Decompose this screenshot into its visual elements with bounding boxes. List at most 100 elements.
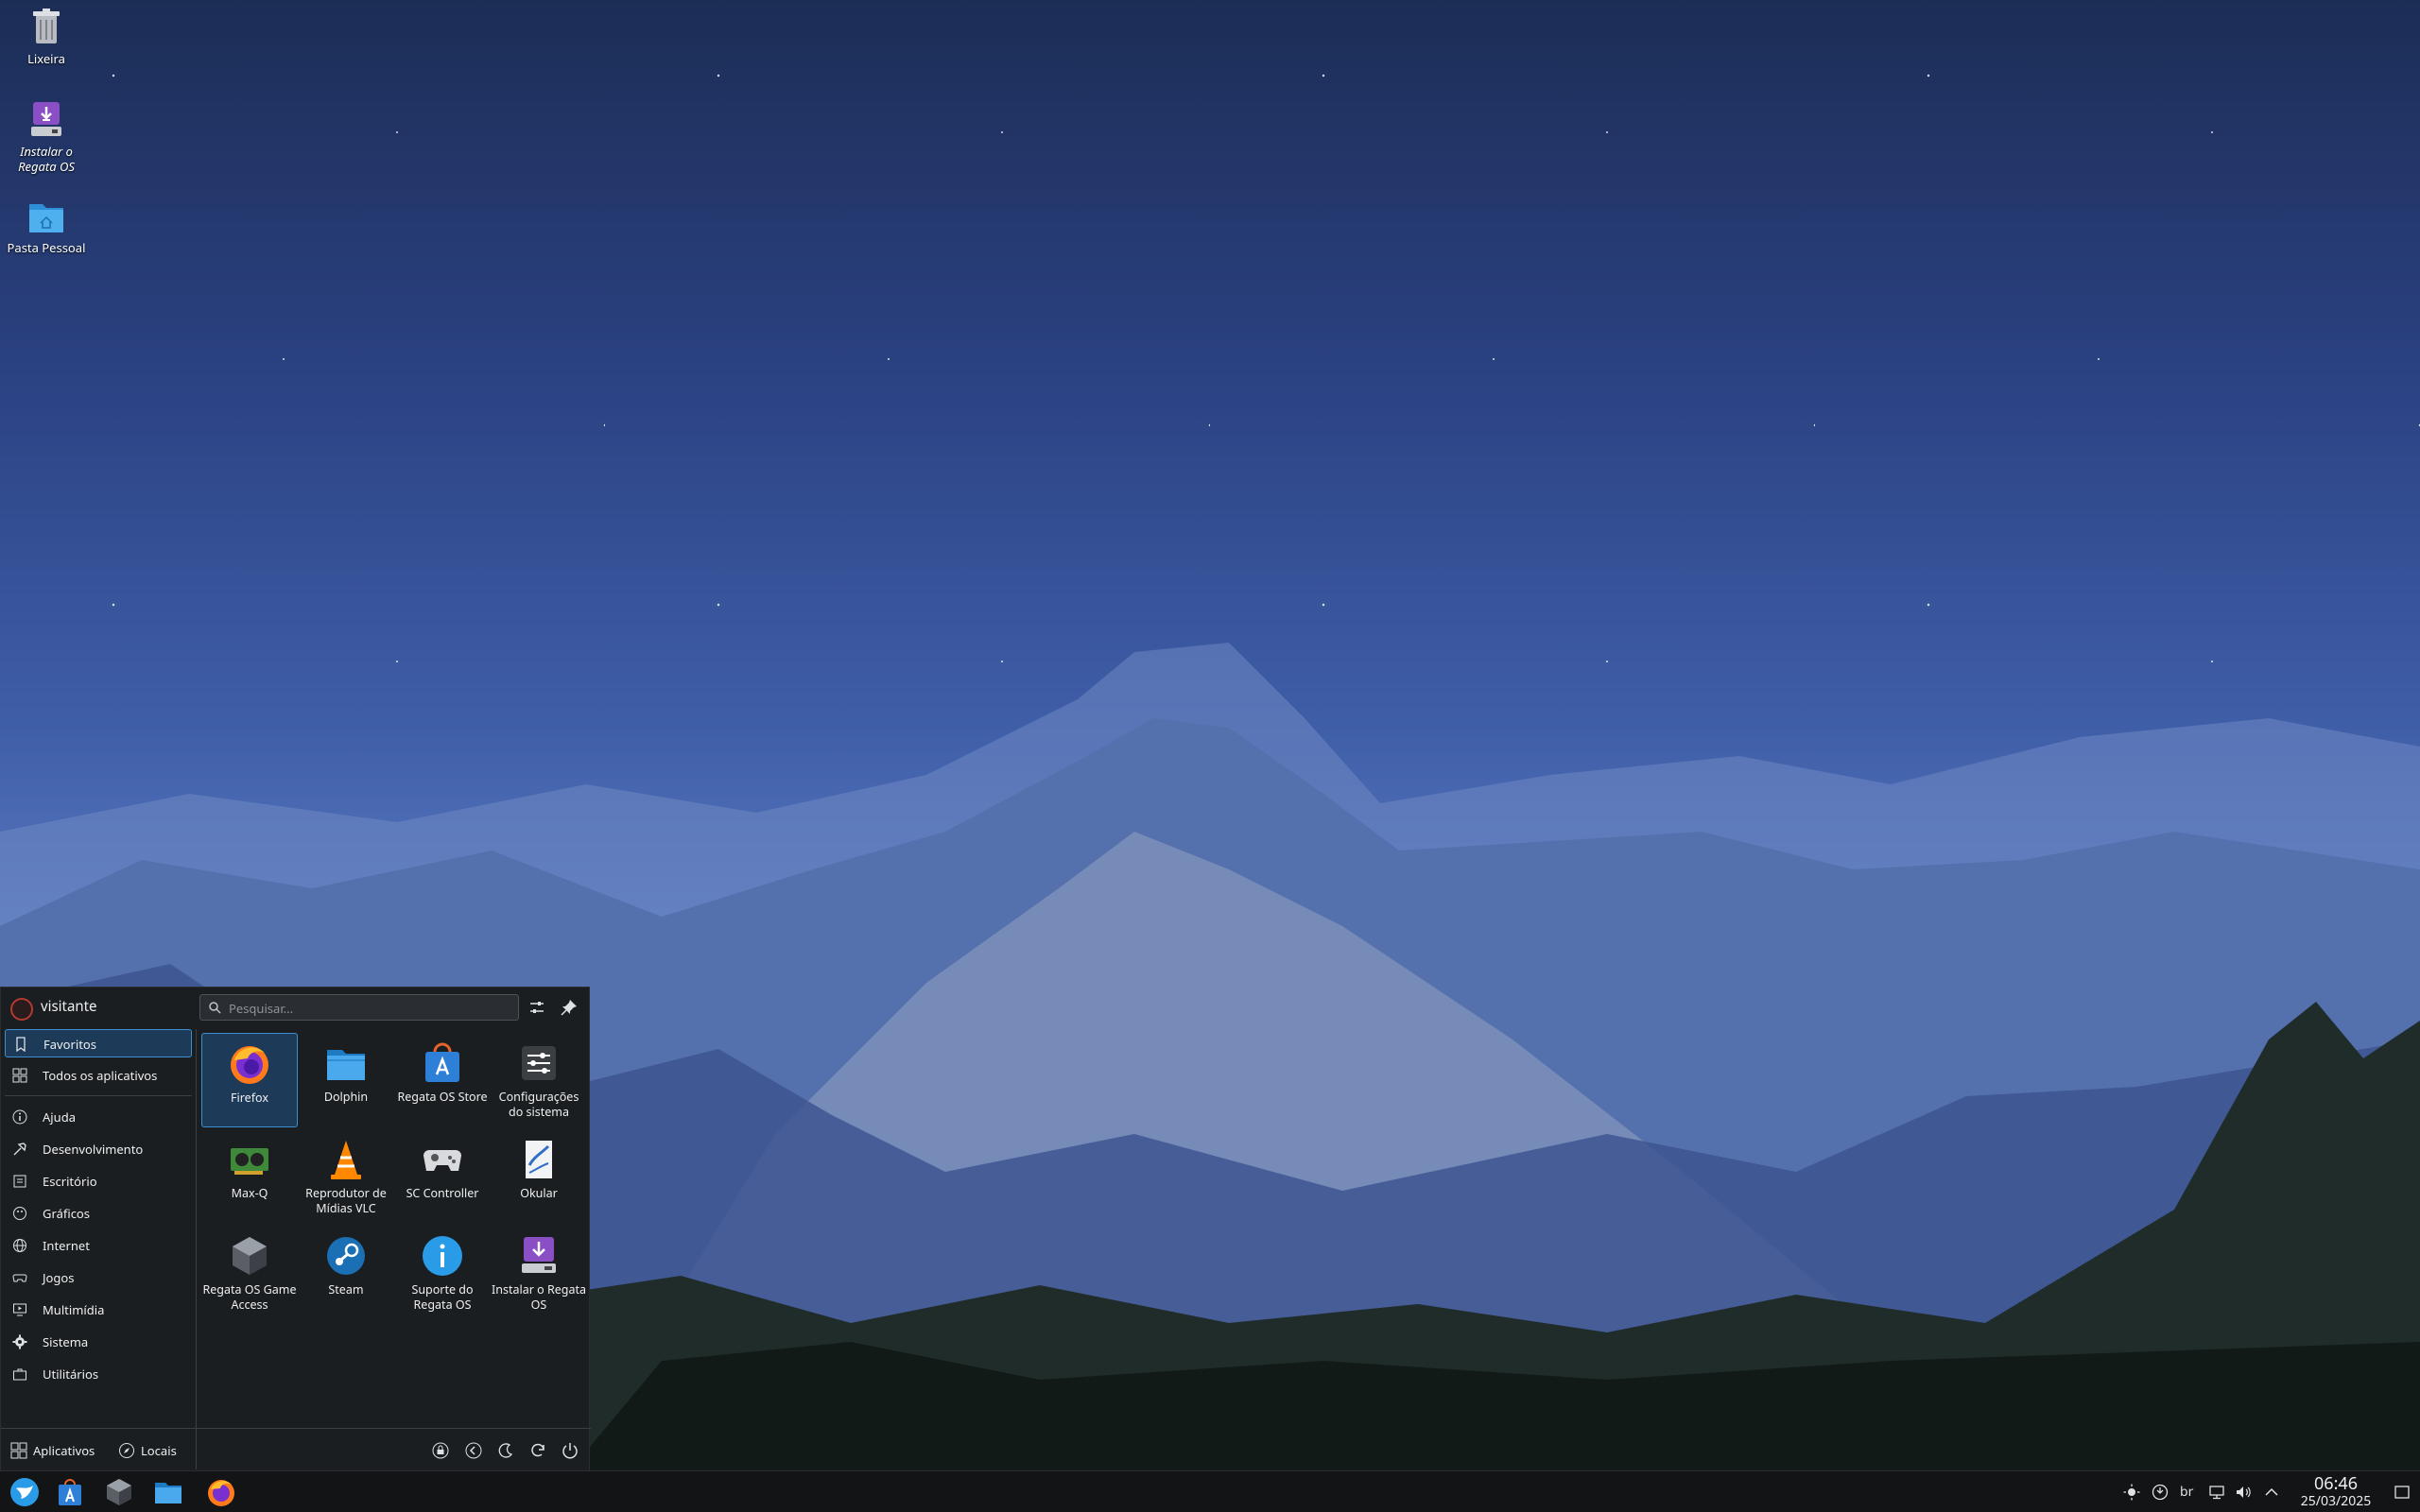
sidebar-item-system[interactable]: Sistema — [5, 1328, 192, 1356]
globe-icon — [13, 1239, 26, 1252]
desktop-install-regata[interactable]: Instalar o Regata OS — [4, 100, 89, 174]
app-sc-controller[interactable]: SC Controller — [394, 1129, 491, 1224]
application-launcher: visitante Favoritos Todos os aplicativos… — [0, 987, 591, 1470]
steam-icon — [327, 1237, 365, 1275]
search-box[interactable] — [199, 994, 519, 1021]
clock[interactable]: 06:46 25/03/2025 — [2286, 1473, 2386, 1509]
gpu-card-icon — [231, 1148, 268, 1175]
trash-icon — [33, 9, 60, 43]
document-viewer-icon — [526, 1141, 552, 1178]
sleep-icon[interactable] — [496, 1441, 515, 1460]
app-regata-support[interactable]: Suporte do Regata OS — [394, 1226, 491, 1320]
network-wired-icon[interactable] — [2208, 1484, 2225, 1501]
app-regata-store[interactable]: Regata OS Store — [394, 1033, 491, 1127]
app-label: Regata OS Game Access — [202, 1281, 297, 1313]
launcher-button-icon[interactable] — [9, 1477, 40, 1507]
app-label: Configurações do sistema — [498, 1089, 579, 1120]
app-dolphin[interactable]: Dolphin — [298, 1033, 394, 1127]
show-desktop-icon[interactable] — [2394, 1484, 2411, 1501]
compass-icon — [119, 1443, 134, 1458]
update-icon[interactable] — [2152, 1484, 2169, 1501]
username: visitante — [41, 997, 97, 1016]
sidebar-item-label: Desenvolvimento — [43, 1141, 144, 1158]
app-okular[interactable]: Okular — [491, 1129, 587, 1224]
sidebar-item-office[interactable]: Escritório — [5, 1167, 192, 1195]
sidebar-item-all-apps[interactable]: Todos os aplicativos — [5, 1061, 192, 1090]
bookmark-icon — [16, 1037, 26, 1052]
avatar[interactable] — [10, 998, 33, 1021]
monitor-icon — [13, 1303, 26, 1316]
lock-screen-icon[interactable] — [431, 1441, 450, 1460]
desktop-trash[interactable]: Lixeira — [4, 8, 89, 66]
brightness-icon[interactable] — [2123, 1484, 2140, 1501]
app-label: Suporte do Regata OS — [411, 1281, 474, 1313]
sidebar-item-development[interactable]: Desenvolvimento — [5, 1135, 192, 1163]
keyboard-layout-indicator[interactable]: br — [2180, 1483, 2193, 1501]
favorites-grid: Firefox Dolphin Regata OS Store Configur… — [199, 1033, 587, 1468]
cube-icon — [233, 1237, 267, 1275]
app-system-settings[interactable]: Configurações do sistema — [491, 1033, 587, 1127]
tab-applications[interactable]: Aplicativos — [10, 1440, 105, 1461]
grid-icon — [12, 1068, 27, 1083]
desktop-home-folder[interactable]: Pasta Pessoal — [4, 197, 89, 255]
sidebar-item-internet[interactable]: Internet — [5, 1231, 192, 1260]
sidebar-item-label: Gráficos — [43, 1205, 91, 1222]
tab-label: Locais — [141, 1442, 177, 1459]
folder-icon — [327, 1050, 365, 1080]
volume-icon[interactable] — [2235, 1484, 2252, 1501]
pin-icon[interactable] — [559, 997, 579, 1018]
sidebar-divider — [5, 1095, 192, 1096]
sidebar-item-utilities[interactable]: Utilitários — [5, 1360, 192, 1388]
app-label: Okular — [520, 1185, 558, 1201]
sidebar-item-help[interactable]: Ajuda — [5, 1103, 192, 1131]
app-label: Steam — [328, 1281, 364, 1297]
store-icon[interactable] — [55, 1477, 85, 1507]
sidebar-item-label: Utilitários — [43, 1366, 99, 1383]
taskbar: br 06:46 25/03/2025 — [0, 1470, 2420, 1512]
firefox-icon[interactable] — [206, 1477, 236, 1507]
sidebar-item-multimedia[interactable]: Multimídia — [5, 1296, 192, 1324]
sidebar-item-games[interactable]: Jogos — [5, 1263, 192, 1292]
briefcase-icon — [13, 1368, 26, 1381]
app-steam[interactable]: Steam — [298, 1226, 394, 1320]
app-vlc[interactable]: Reprodutor de Mídias VLC — [298, 1129, 394, 1224]
sidebar-item-label: Sistema — [43, 1333, 89, 1350]
tab-label: Aplicativos — [33, 1442, 95, 1459]
chevron-up-icon[interactable] — [2263, 1484, 2280, 1501]
sidebar-item-favorites[interactable]: Favoritos — [5, 1029, 192, 1057]
power-icon[interactable] — [561, 1441, 579, 1460]
app-game-access[interactable]: Regata OS Game Access — [201, 1226, 298, 1320]
search-input[interactable] — [227, 997, 514, 1020]
installer-icon — [31, 102, 61, 136]
app-max-q[interactable]: Max-Q — [201, 1129, 298, 1224]
folder-icon[interactable] — [153, 1477, 183, 1507]
category-sidebar: Favoritos Todos os aplicativos Ajuda Des… — [1, 1029, 196, 1469]
sidebar-item-graphics[interactable]: Gráficos — [5, 1199, 192, 1228]
launcher-footer: Aplicativos Locais — [1, 1428, 591, 1470]
clock-date: 25/03/2025 — [2300, 1492, 2372, 1510]
desktop-trash-label: Lixeira — [27, 50, 65, 67]
sidebar-item-label: Favoritos — [43, 1036, 97, 1053]
tab-places[interactable]: Locais — [118, 1440, 194, 1461]
desktop-home-label: Pasta Pessoal — [7, 239, 86, 256]
sidebar-item-label: Jogos — [43, 1269, 75, 1286]
clock-time: 06:46 — [2313, 1472, 2358, 1495]
launcher-divider — [196, 1029, 197, 1469]
settings-sliders-icon[interactable] — [527, 997, 547, 1018]
restart-icon[interactable] — [528, 1441, 547, 1460]
app-label: Dolphin — [323, 1089, 369, 1105]
app-label: Instalar o Regata OS — [492, 1281, 586, 1313]
logout-icon[interactable] — [464, 1441, 483, 1460]
app-install-regata[interactable]: Instalar o Regata OS — [491, 1226, 587, 1320]
cube-icon[interactable] — [104, 1477, 134, 1507]
vlc-cone-icon — [331, 1141, 361, 1179]
app-label: SC Controller — [406, 1185, 479, 1201]
sidebar-item-label: Todos os aplicativos — [43, 1067, 158, 1084]
sidebar-item-label: Internet — [43, 1237, 90, 1254]
app-label: Max-Q — [231, 1185, 268, 1201]
gear-icon — [12, 1334, 27, 1349]
store-icon — [425, 1042, 459, 1082]
app-firefox[interactable]: Firefox — [201, 1033, 298, 1127]
search-icon — [209, 1002, 221, 1014]
document-icon — [13, 1175, 26, 1188]
